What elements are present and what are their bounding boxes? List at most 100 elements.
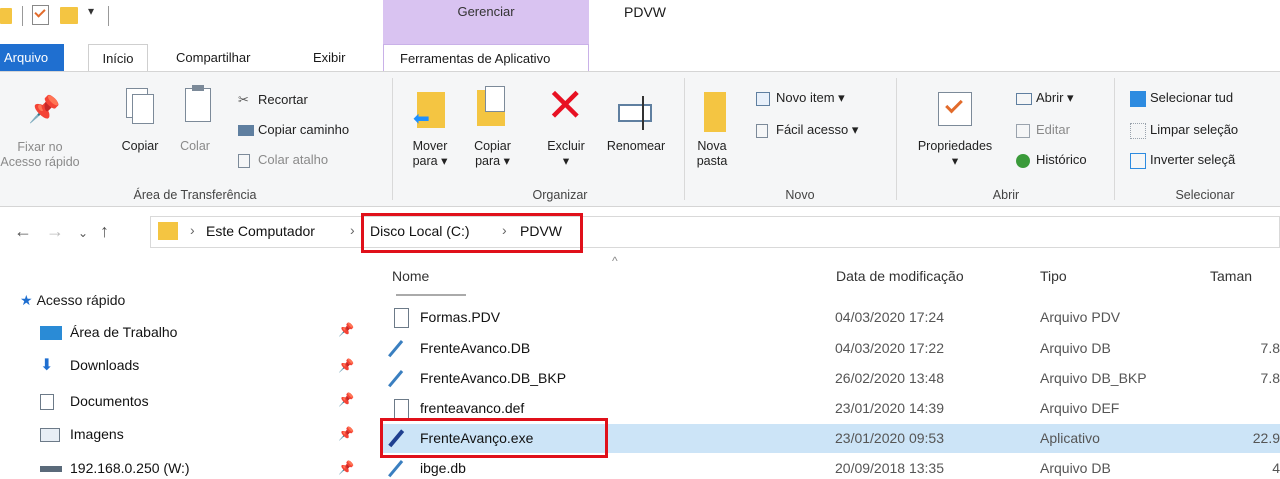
file-size: 22.9 <box>1252 430 1280 446</box>
nav-item-label: Documentos <box>70 393 149 409</box>
history-label: Histórico <box>1036 152 1087 167</box>
divider <box>396 294 466 296</box>
delete-button[interactable]: ✕ Excluir ▾ <box>538 80 594 182</box>
nav-item-network-drive[interactable]: 192.168.0.250 (W:) <box>40 454 190 479</box>
copy-path-button[interactable]: Copiar caminho <box>238 120 349 140</box>
star-icon: ★ <box>20 292 33 308</box>
move-to-button[interactable]: ⬅ Mover para ▾ <box>405 82 455 182</box>
paste-shortcut-button[interactable]: Colar atalho <box>238 150 328 170</box>
properties-qa-icon[interactable] <box>32 5 49 25</box>
column-header-size[interactable]: Taman <box>1210 268 1252 284</box>
delete-label: Excluir <box>547 139 585 153</box>
properties-label: Propriedades <box>917 139 993 153</box>
nav-quick-access[interactable]: ★ Acesso rápido <box>20 286 125 314</box>
column-header-name[interactable]: Nome <box>392 268 429 284</box>
scissors-icon: ✂ <box>238 92 249 107</box>
clear-selection-label: Limpar seleção <box>1150 122 1239 137</box>
file-type: Arquivo DB <box>1040 340 1111 356</box>
copy-path-label: Copiar caminho <box>258 122 350 137</box>
rename-icon <box>618 104 652 122</box>
documents-icon <box>40 394 54 411</box>
tab-arquivo[interactable]: Arquivo <box>0 44 64 72</box>
copy-to-button[interactable]: Copiar para ▾ <box>465 82 520 182</box>
pin-button[interactable]: 📌 Fixar no Acesso rápido <box>0 82 80 182</box>
tab-compartilhar[interactable]: Compartilhar <box>168 44 258 72</box>
address-bar[interactable] <box>150 216 1280 248</box>
open-icon <box>1016 92 1032 105</box>
crumb-separator: › <box>190 222 195 238</box>
crumb-separator: › <box>350 222 355 238</box>
column-header-date[interactable]: Data de modificação <box>836 268 964 284</box>
highlight-path-box <box>361 213 583 253</box>
pin-icon[interactable]: 📌 <box>338 358 354 374</box>
crumb-este-computador[interactable]: Este Computador <box>206 223 315 239</box>
up-arrow-icon[interactable]: ↑ <box>100 221 109 242</box>
db-file-icon <box>388 340 404 358</box>
file-icon <box>394 399 409 419</box>
file-type: Arquivo DEF <box>1040 400 1120 416</box>
pin-icon[interactable]: 📌 <box>338 392 354 408</box>
pin-icon: 📌 <box>28 94 61 124</box>
desktop-icon <box>40 326 62 341</box>
file-date: 26/02/2020 13:48 <box>835 370 944 386</box>
qa-dropdown-icon[interactable]: ▾ <box>88 4 94 18</box>
tab-exibir[interactable]: Exibir <box>305 44 354 72</box>
new-folder-button[interactable]: Nova pasta <box>690 82 734 182</box>
open-button[interactable]: Abrir ▾ <box>1016 88 1074 108</box>
tab-ferramentas-de-aplicativo[interactable]: Ferramentas de Aplicativo <box>383 44 589 72</box>
clear-selection-button[interactable]: Limpar seleção <box>1130 120 1238 140</box>
tab-inicio[interactable]: Início <box>88 44 148 72</box>
nav-item-downloads[interactable]: ⬇ Downloads <box>40 351 139 379</box>
edit-button[interactable]: Editar <box>1016 120 1070 140</box>
file-size <box>1210 394 1280 423</box>
file-row[interactable]: Formas.PDV 04/03/2020 17:24 Arquivo PDV <box>380 303 1280 332</box>
file-date: 04/03/2020 17:22 <box>835 340 944 356</box>
file-row[interactable]: FrenteAvanco.DB_BKP 26/02/2020 13:48 Arqui… <box>380 364 1280 393</box>
nav-item-label: Downloads <box>70 357 140 373</box>
folder-icon <box>158 222 178 240</box>
file-date: 04/03/2020 17:24 <box>835 309 944 325</box>
open-group-label: Abrir <box>992 188 1020 202</box>
column-header-type[interactable]: Tipo <box>1040 268 1067 284</box>
invert-selection-icon <box>1130 152 1146 169</box>
select-all-icon <box>1130 90 1146 107</box>
history-button[interactable]: Histórico <box>1016 150 1087 170</box>
nav-item-images[interactable]: Imagens <box>40 420 124 448</box>
pin-icon[interactable]: 📌 <box>338 460 354 476</box>
select-all-button[interactable]: Selecionar tud <box>1130 88 1233 108</box>
invert-selection-button[interactable]: Inverter seleçã <box>1130 150 1235 170</box>
edit-icon <box>1016 123 1030 138</box>
easy-access-icon <box>756 123 768 138</box>
cut-button[interactable]: ✂ Recortar <box>238 90 308 110</box>
pin-icon[interactable]: 📌 <box>338 322 354 338</box>
pin-icon[interactable]: 📌 <box>338 426 354 442</box>
invert-selection-label: Inverter seleçã <box>1150 152 1236 167</box>
copy-path-icon <box>238 125 254 137</box>
file-size: 4 <box>1272 460 1280 476</box>
network-drive-icon <box>40 466 62 473</box>
rename-button[interactable]: Renomear <box>596 82 676 182</box>
copy-to-label-line2: para ▾ <box>475 154 510 168</box>
divider <box>108 6 109 26</box>
new-folder-qa-icon[interactable] <box>60 7 78 24</box>
file-size <box>1210 303 1280 332</box>
downloads-icon: ⬇ <box>40 357 54 374</box>
easy-access-label: Fácil acesso ▾ <box>776 122 859 137</box>
back-arrow-icon[interactable]: ← <box>14 221 32 242</box>
nav-item-label: 192.168.0.250 (W:) <box>70 460 190 476</box>
file-type: Aplicativo <box>1040 430 1100 446</box>
organize-group-label: Organizar <box>532 188 588 202</box>
nav-item-desktop[interactable]: Área de Trabalho <box>40 318 177 346</box>
easy-access-button[interactable]: Fácil acesso ▾ <box>756 120 858 140</box>
file-date: 23/01/2020 14:39 <box>835 400 944 416</box>
new-item-button[interactable]: Novo item ▾ <box>756 88 845 108</box>
paste-button[interactable]: Colar <box>170 82 220 172</box>
file-row[interactable]: FrenteAvanco.DB 04/03/2020 17:22 Arquivo D… <box>380 334 1280 363</box>
recent-dropdown-icon[interactable]: ⌄ <box>78 226 88 240</box>
forward-arrow-icon[interactable]: → <box>46 221 64 242</box>
properties-button[interactable]: Propriedades ▾ <box>900 82 1010 182</box>
arrow-left-icon: ⬅ <box>413 108 430 130</box>
copy-to-label-line1: Copiar <box>474 139 511 153</box>
nav-item-documents[interactable]: Documentos <box>40 387 149 415</box>
copy-button[interactable]: Copiar <box>118 82 162 172</box>
